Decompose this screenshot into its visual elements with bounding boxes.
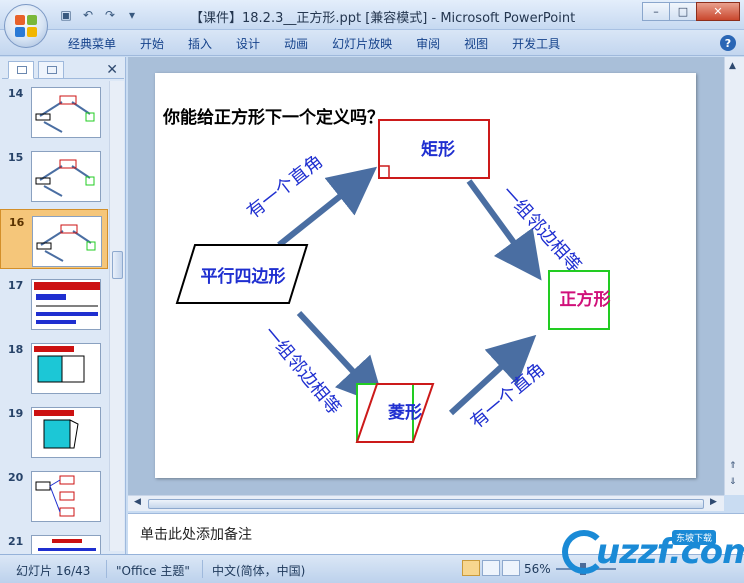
title-bar: ▣ ↶ ↷ ▾ 【课件】18.2.3__正方形.ppt [兼容模式] - Mic… (0, 0, 744, 48)
tab-developer[interactable]: 开发工具 (512, 35, 560, 52)
tab-review[interactable]: 审阅 (416, 35, 440, 52)
scroll-up-icon[interactable]: ▲ (729, 61, 736, 71)
parallelogram-label: 平行四边形 (201, 266, 286, 287)
scroll-right-icon[interactable]: ▶ (710, 497, 717, 507)
tab-design[interactable]: 设计 (236, 35, 260, 52)
watermark-badge: 东坡下载 (672, 530, 717, 545)
square-label: 正方形 (560, 289, 611, 310)
slide-number: 19 (8, 407, 24, 420)
rectangle-label: 矩形 (421, 139, 455, 160)
tab-outline[interactable] (38, 61, 64, 79)
scroll-left-icon[interactable]: ◀ (134, 497, 141, 507)
slide-preview (31, 343, 101, 394)
editor-horizontal-scrollbar[interactable]: ◀ ▶ (128, 495, 724, 511)
slide-thumbnail[interactable]: 15 (0, 145, 108, 205)
tab-insert[interactable]: 插入 (188, 35, 212, 52)
zoom-level[interactable]: 56% (524, 562, 551, 576)
tab-classic-menu[interactable]: 经典菜单 (68, 35, 116, 52)
current-slide[interactable]: 你能给正方形下一个定义吗？ 矩形 平行四边形 正方形 菱形 有一个直角 一组邻边… (155, 73, 696, 478)
watermark-text: uzzf.com (596, 532, 744, 572)
slide-preview (31, 279, 101, 330)
thumbnail-list: 14 15 16 17 18 19 20 21 (0, 81, 108, 554)
window-title: 【课件】18.2.3__正方形.ppt [兼容模式] - Microsoft P… (190, 11, 576, 26)
previous-slide-icon[interactable]: ⇑ (729, 461, 737, 471)
slide-preview (31, 87, 101, 138)
slide-sorter-view-button[interactable] (482, 560, 500, 576)
slide-number: 18 (8, 343, 24, 356)
tab-animations[interactable]: 动画 (284, 35, 308, 52)
ribbon-tabs: 经典菜单 开始 插入 设计 动画 幻灯片放映 审阅 视图 开发工具 (68, 35, 584, 52)
tab-slides[interactable] (8, 61, 34, 79)
theme-name: "Office 主题" (116, 564, 190, 578)
undo-icon[interactable]: ↶ (80, 7, 96, 23)
editor-vertical-scrollbar[interactable]: ▲ ⇑ ⇓ (724, 57, 744, 495)
next-slide-icon[interactable]: ⇓ (729, 477, 737, 487)
redo-icon[interactable]: ↷ (102, 7, 118, 23)
customize-qat-icon[interactable]: ▾ (124, 7, 140, 23)
maximize-button[interactable]: □ (669, 2, 697, 21)
save-icon[interactable]: ▣ (58, 7, 74, 23)
slide-preview (32, 216, 102, 267)
slideshow-view-button[interactable] (502, 560, 520, 576)
slide-thumbnail-active[interactable]: 16 (0, 209, 108, 269)
slide-thumbnail[interactable]: 20 (0, 465, 108, 525)
office-logo-icon (15, 15, 37, 37)
slide-thumbnail[interactable]: 19 (0, 401, 108, 461)
rhombus-label: 菱形 (388, 402, 422, 423)
edge-label-bottom-left: 一组邻边相等 (259, 323, 345, 419)
edge-label-top-left: 有一个直角 (243, 151, 327, 223)
quick-access-toolbar: ▣ ↶ ↷ ▾ (58, 7, 140, 23)
slide-number: 20 (8, 471, 24, 484)
slide-editor: 你能给正方形下一个定义吗？ 矩形 平行四边形 正方形 菱形 有一个直角 一组邻边… (128, 57, 724, 495)
outline-icon (47, 66, 57, 74)
close-button[interactable]: ✕ (696, 2, 740, 21)
ribbon: 经典菜单 开始 插入 设计 动画 幻灯片放映 审阅 视图 开发工具 ? (0, 30, 744, 56)
notes-placeholder[interactable]: 单击此处添加备注 (140, 524, 252, 544)
slide-preview (31, 151, 101, 202)
slide-number: 21 (8, 535, 24, 548)
slides-icon (17, 66, 27, 74)
horizontal-scroll-thumb[interactable] (148, 499, 704, 509)
slide-thumbnail[interactable]: 18 (0, 337, 108, 397)
tab-slideshow[interactable]: 幻灯片放映 (332, 35, 392, 52)
slide-diagram: 你能给正方形下一个定义吗？ 矩形 平行四边形 正方形 菱形 有一个直角 一组邻边… (162, 107, 611, 443)
tab-home[interactable]: 开始 (140, 35, 164, 52)
slide-thumbnail[interactable]: 17 (0, 273, 108, 333)
slide-number: 17 (8, 279, 24, 292)
help-icon[interactable]: ? (720, 35, 736, 51)
slide-thumbnail[interactable]: 14 (0, 81, 108, 141)
slide-number: 16 (9, 216, 25, 229)
edge-label-bottom-right: 有一个直角 (467, 359, 549, 433)
minimize-button[interactable]: – (642, 2, 670, 21)
slide-number: 14 (8, 87, 24, 100)
slide-thumbnail[interactable]: 21 (0, 529, 108, 554)
panel-scrollbar[interactable] (109, 81, 124, 551)
panel-scroll-thumb[interactable] (112, 251, 123, 279)
close-panel-icon[interactable]: ✕ (106, 62, 118, 78)
slides-panel: ✕ 14 15 16 17 18 19 20 21 (0, 57, 126, 554)
slide-preview (31, 407, 101, 458)
slide-preview (31, 535, 101, 554)
slide-question: 你能给正方形下一个定义吗？ (162, 107, 384, 128)
office-button[interactable] (4, 4, 48, 48)
site-watermark: uzzf.com 东坡下载 (562, 526, 744, 581)
normal-view-button[interactable] (462, 560, 480, 576)
edge-label-top-right: 一组邻边相等 (497, 182, 585, 276)
panel-tabs: ✕ (2, 59, 124, 79)
slide-number: 15 (8, 151, 24, 164)
slide-counter: 幻灯片 16/43 (16, 564, 91, 578)
slide-preview (31, 471, 101, 522)
window-controls: – □ ✕ (642, 2, 740, 21)
tab-view[interactable]: 视图 (464, 35, 488, 52)
language-indicator[interactable]: 中文(简体，中国) (212, 562, 305, 579)
